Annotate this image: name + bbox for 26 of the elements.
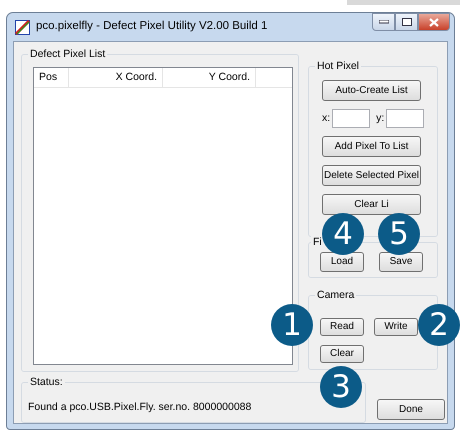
maximize-button[interactable] <box>395 13 418 31</box>
done-button[interactable]: Done <box>377 399 445 420</box>
button[interactable]: Read <box>320 318 364 336</box>
column-header[interactable]: Pos <box>34 68 69 87</box>
input-field[interactable] <box>332 109 370 128</box>
minimize-icon <box>378 20 388 24</box>
button[interactable]: Auto-Create List <box>322 80 421 101</box>
field-label: x: <box>322 110 330 126</box>
button[interactable]: Save <box>379 252 423 272</box>
button[interactable]: Clear <box>320 345 364 363</box>
button[interactable]: Write <box>374 318 418 336</box>
column-header[interactable]: X Coord. <box>69 68 163 87</box>
field-label: y: <box>376 110 384 126</box>
input-field[interactable] <box>386 109 424 128</box>
window-title: pco.pixelfly - Defect Pixel Utility V2.00 Build 1 <box>36 19 268 34</box>
button[interactable]: Load <box>320 252 364 272</box>
status-text: Found a pco.USB.Pixel.Fly. ser.no. 8000000088 <box>28 401 252 413</box>
button[interactable]: Add Pixel To List <box>322 136 421 157</box>
maximize-icon <box>402 18 412 26</box>
close-button[interactable] <box>418 13 450 31</box>
minimize-button[interactable] <box>372 13 395 31</box>
column-header[interactable]: Y Coord. <box>163 68 256 87</box>
close-icon <box>429 18 439 26</box>
button[interactable]: Delete Selected Pixel <box>322 165 421 186</box>
app-icon <box>15 20 30 34</box>
button[interactable]: Clear Li <box>322 194 421 215</box>
